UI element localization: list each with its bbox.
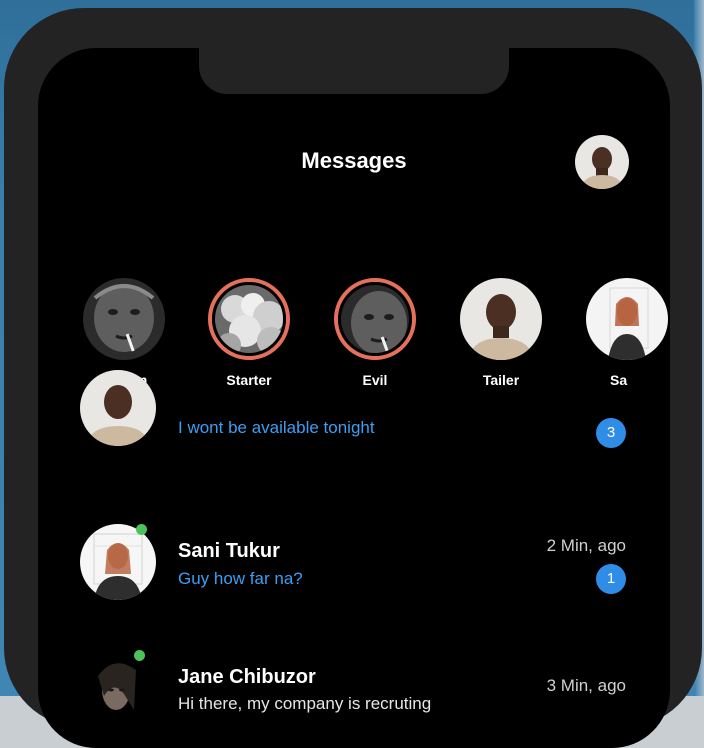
online-indicator [136, 524, 147, 535]
story-avatar [208, 278, 290, 360]
chat-name: Jane Chibuzor [178, 666, 316, 688]
chat-avatar [80, 524, 156, 600]
app-screen: Messages Starter Evil Tailer Sa I wont b… [38, 48, 670, 748]
chat-message: Hi there, my company is recruting [178, 694, 432, 713]
phone-notch [199, 48, 509, 94]
chat-row[interactable]: Jane Chibuzor Hi there, my company is re… [38, 650, 670, 748]
online-indicator [134, 650, 145, 661]
unread-badge: 3 [596, 418, 626, 448]
chat-list: I wont be available tonight 3 Sani Tukur [38, 370, 670, 748]
story-avatar [460, 278, 542, 360]
chat-avatar [80, 370, 156, 446]
story-avatar [586, 278, 668, 360]
unread-badge: 1 [596, 564, 626, 594]
chat-message: I wont be available tonight [178, 418, 375, 437]
chat-time: 2 Min, ago [546, 536, 626, 555]
profile-avatar[interactable] [575, 135, 629, 189]
story-avatar [334, 278, 416, 360]
chat-time: 3 Min, ago [546, 676, 626, 695]
chat-row[interactable]: I wont be available tonight 3 [38, 366, 670, 456]
phone-frame: Messages Starter Evil Tailer Sa I wont b… [4, 8, 702, 748]
chat-name: Sani Tukur [178, 540, 280, 562]
chat-row[interactable]: Sani Tukur Guy how far na? 2 Min, ago 1 [38, 524, 670, 634]
chat-message: Guy how far na? [178, 569, 303, 588]
story-avatar [83, 278, 165, 360]
chat-avatar [80, 650, 156, 726]
